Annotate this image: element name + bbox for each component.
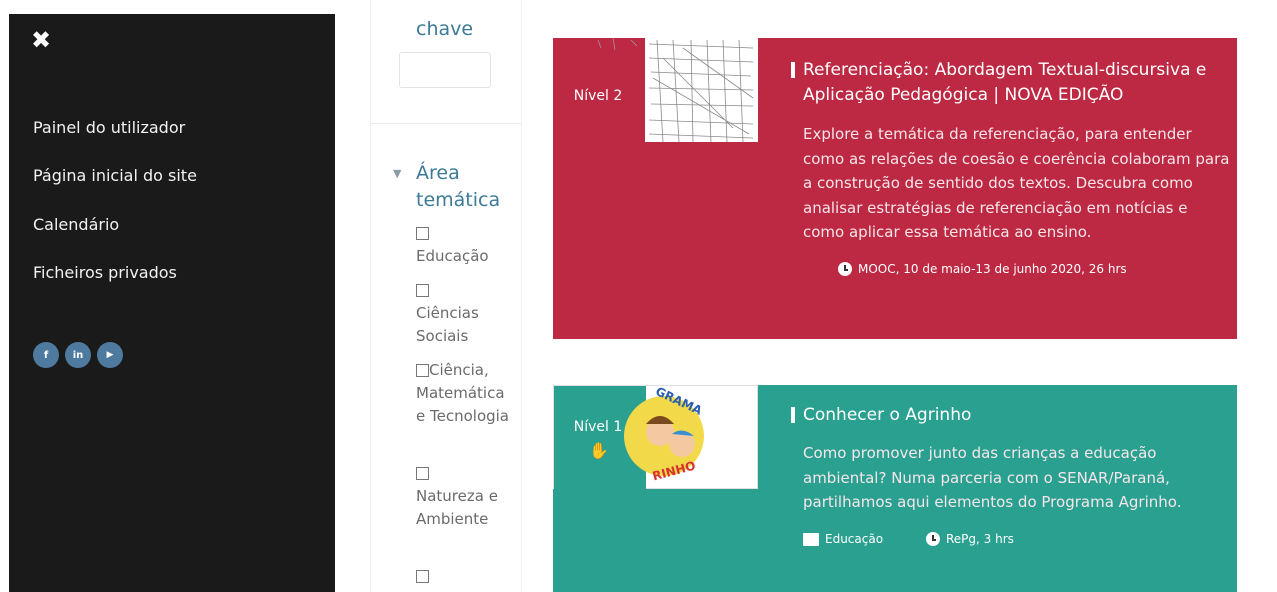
sidebar-item-private-files[interactable]: Ficheiros privados <box>33 263 177 282</box>
handshake-icon: ✋ <box>589 441 609 460</box>
presentation-icon <box>803 532 819 546</box>
checkbox[interactable] <box>416 364 429 377</box>
category-text: Educação <box>825 532 884 546</box>
checkbox[interactable] <box>416 284 429 297</box>
filter-option-next[interactable] <box>416 565 516 588</box>
course-thumbnail: GRAMA RINHO <box>553 384 758 490</box>
course-meta: RePg, 3 hrs <box>926 532 1014 546</box>
filter-option-label: Ciências Sociais <box>416 304 479 345</box>
keyword-label: chave <box>416 18 474 40</box>
course-description: Explore a temática da referenciação, par… <box>803 125 1230 241</box>
caret-down-icon: ▼ <box>393 167 402 180</box>
checkbox[interactable] <box>416 467 429 480</box>
filter-option-ciencia-matematica[interactable]: Ciência, Matemática e Tecnologia <box>416 359 516 428</box>
filter-option-educacao[interactable]: Educação <box>416 222 516 268</box>
title-bar <box>791 407 795 423</box>
level-badge: Nível 2 <box>573 88 623 104</box>
social-links: f in ▶ <box>33 342 123 368</box>
sidebar-item-site-home[interactable]: Página inicial do site <box>33 166 197 185</box>
filter-option-natureza[interactable]: Natureza e Ambiente <box>416 462 516 531</box>
course-card[interactable]: GRAMA RINHO Nível 1 ✋ Conhecer o Agrinho… <box>553 384 1237 592</box>
area-tematica-label: Área temática <box>416 162 501 211</box>
facebook-icon[interactable]: f <box>33 342 59 368</box>
checkbox[interactable] <box>416 570 429 583</box>
linkedin-icon[interactable]: in <box>65 342 91 368</box>
course-meta-text: MOOC, 10 de maio-13 de junho 2020, 26 hr… <box>858 262 1127 276</box>
course-title[interactable]: Conhecer o Agrinho <box>803 403 1223 428</box>
course-card[interactable]: Nível 2 Referenciação: Abordagem Textual… <box>553 37 1237 339</box>
checkbox[interactable] <box>416 227 429 240</box>
level-badge: Nível 1 <box>573 419 623 435</box>
title-bar <box>791 62 795 78</box>
sidebar-item-calendar[interactable]: Calendário <box>33 215 119 234</box>
close-icon[interactable]: ✖ <box>31 28 55 52</box>
clock-icon <box>926 532 940 546</box>
course-title[interactable]: Referenciação: Abordagem Textual-discurs… <box>803 58 1223 108</box>
divider <box>371 123 521 124</box>
course-category: Educação <box>803 532 883 546</box>
filter-option-label: Educação <box>416 247 489 265</box>
sidebar-item-dashboard[interactable]: Painel do utilizador <box>33 118 185 137</box>
sidebar: ✖ Painel do utilizador Página inicial do… <box>9 14 335 592</box>
youtube-icon[interactable]: ▶ <box>97 342 123 368</box>
filter-panel: chave ▼ Área temática Educação Ciências … <box>370 0 522 592</box>
course-meta: MOOC, 10 de maio-13 de junho 2020, 26 hr… <box>838 262 1127 276</box>
filter-option-ciencias-sociais[interactable]: Ciências Sociais <box>416 279 516 348</box>
clock-icon <box>838 262 852 276</box>
keyword-input[interactable] <box>399 52 491 88</box>
course-meta-text: RePg, 3 hrs <box>946 532 1014 546</box>
course-description: Como promover junto das crianças a educa… <box>803 444 1182 511</box>
filter-option-label: Natureza e Ambiente <box>416 487 498 528</box>
filter-option-label: Ciência, Matemática e Tecnologia <box>416 361 509 425</box>
